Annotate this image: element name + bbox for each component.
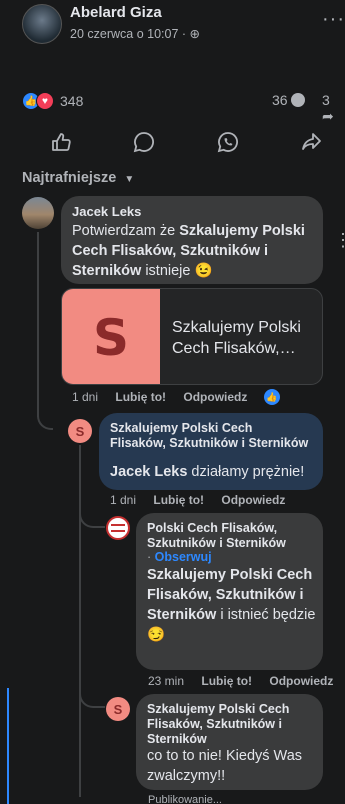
comment-text-prefix: Potwierdzam że (72, 223, 180, 239)
whatsapp-share-button[interactable] (217, 131, 239, 153)
comment-author[interactable]: Szkalujemy Polski Cech Flisaków, Szkutni… (147, 702, 317, 747)
comment-text: Potwierdzam że Szkalujemy Polski Cech Fl… (72, 221, 317, 281)
reactions-count: 348 (60, 93, 84, 109)
thread-line (79, 445, 81, 797)
brand-s-logo: S (92, 308, 129, 367)
sort-label: Najtrafniejsze (22, 170, 117, 186)
emblem-icon (111, 524, 125, 532)
reply-button[interactable]: Odpowiedz (183, 390, 247, 404)
link-preview-title: Szkalujemy Polski Cech Flisaków,… (172, 319, 301, 357)
post-author-avatar[interactable] (22, 4, 62, 44)
comments-count-value: 36 (272, 92, 288, 108)
like-comment-button[interactable]: Lubię to! (153, 493, 204, 507)
reply-button[interactable]: Odpowiedz (269, 674, 333, 688)
comment-bubble: Jacek Leks Potwierdzam że Szkalujemy Pol… (61, 196, 323, 284)
comment-bubble: Szkalujemy Polski Cech Flisaków, Szkutni… (136, 694, 323, 790)
reactions-summary[interactable]: 👍 ♥ 348 (22, 91, 83, 111)
comment-text: Jacek Leks działamy prężnie! (110, 464, 304, 480)
follow-label: Obserwuj (154, 550, 212, 564)
mention-link[interactable]: Jacek Leks (110, 464, 187, 480)
comment-actions: 23 min Lubię to! Odpowiedz (148, 674, 333, 688)
comment-text-suffix: działamy prężnie! (187, 464, 305, 480)
more-options-icon[interactable]: ··· (322, 8, 345, 31)
thread-connector (79, 500, 105, 528)
comment-like-reaction-icon: 👍 (264, 389, 280, 405)
thread-connector (79, 690, 105, 708)
commenter-avatar[interactable] (22, 197, 54, 229)
thread-line (37, 232, 39, 417)
page-avatar[interactable]: S (106, 697, 130, 721)
comment-text: Szkalujemy Polski Cech Flisaków, Szkutni… (147, 565, 317, 645)
share-arrow-icon: ➦ (322, 108, 334, 124)
shares-count-value: 3 (322, 92, 330, 108)
whatsapp-icon (217, 132, 238, 153)
comment-time: 1 dni (110, 493, 137, 507)
link-preview-card[interactable]: S Szkalujemy Polski Cech Flisaków,… (61, 288, 323, 385)
comment-author[interactable]: Jacek Leks (72, 204, 141, 219)
comment-text: co to to nie! Kiedyś Was zwalczymy!! (147, 748, 303, 784)
comment-bubble-icon (290, 93, 305, 107)
comment-time: 1 dni (72, 390, 99, 404)
globe-icon: ⊕ (189, 27, 201, 41)
like-button[interactable] (50, 131, 72, 153)
post-timestamp[interactable]: 20 czerwca o 10:07 · ⊕ (70, 26, 200, 41)
post-author-name[interactable]: Abelard Giza (70, 4, 162, 21)
comment-more-icon[interactable]: ⋮ (334, 230, 345, 251)
post-date[interactable]: 20 czerwca o 10:07 · (70, 27, 186, 41)
page-avatar[interactable] (106, 516, 130, 540)
comment-bubble: Szkalujemy Polski Cech Flisaków, Szkutni… (99, 413, 323, 490)
link-preview-thumbnail: S (62, 289, 160, 384)
separator-dot: · (147, 550, 155, 564)
page-avatar[interactable]: S (68, 419, 92, 443)
comment-author[interactable]: Polski Cech Flisaków, Szkutników i Stern… (147, 521, 317, 551)
like-comment-button[interactable]: Lubię to! (201, 674, 252, 688)
comment-text-suffix: istnieje 😉 (141, 263, 213, 279)
comments-count[interactable]: 36 (272, 92, 305, 108)
comment-icon (133, 132, 154, 153)
follow-link[interactable]: · Obserwuj (147, 550, 212, 564)
comment-status: Publikowanie... (148, 794, 222, 804)
reply-button[interactable]: Odpowiedz (221, 493, 285, 507)
comment-bubble: Polski Cech Flisaków, Szkutników i Stern… (136, 513, 323, 670)
comment-time: 23 min (148, 674, 185, 688)
comment-actions: 1 dni Lubię to! Odpowiedz (72, 390, 247, 404)
thumbs-up-icon (52, 133, 71, 151)
scroll-indicator (7, 688, 9, 804)
thread-connector (37, 400, 53, 430)
comment-button[interactable] (133, 131, 155, 153)
chevron-down-icon: ▼ (124, 174, 135, 185)
like-comment-button[interactable]: Lubię to! (115, 390, 166, 404)
comment-actions: 1 dni Lubię to! Odpowiedz (110, 493, 285, 507)
shares-count[interactable]: 3 ➦ (322, 92, 345, 125)
sort-dropdown[interactable]: Najtrafniejsze ▼ (22, 170, 134, 186)
share-icon (302, 133, 321, 150)
comment-author[interactable]: Szkalujemy Polski Cech Flisaków, Szkutni… (110, 421, 310, 451)
share-button[interactable] (300, 131, 322, 153)
love-reaction-icon: ♥ (36, 92, 54, 110)
